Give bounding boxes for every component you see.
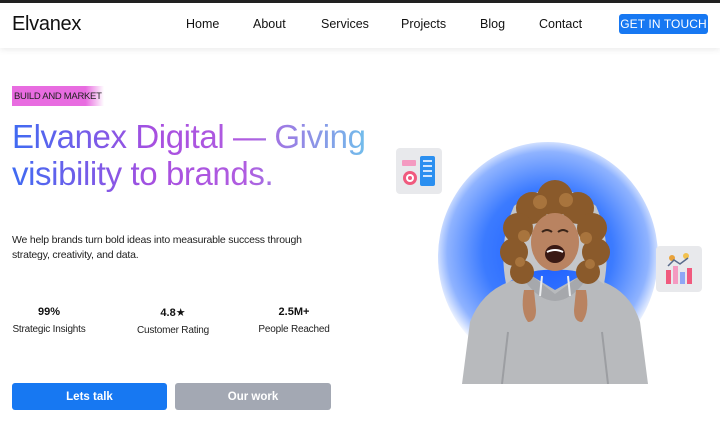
stat-customer-rating: 4.8★ Customer Rating [123, 306, 223, 336]
stat-strategic-insights: 99% Strategic Insights [0, 306, 99, 335]
nav-services[interactable]: Services [321, 17, 369, 31]
hero-subcopy: We help brands turn bold ideas into meas… [12, 234, 302, 261]
our-work-button[interactable]: Our work [175, 383, 331, 410]
lets-talk-button[interactable]: Lets talk [12, 383, 167, 410]
nav-projects[interactable]: Projects [401, 17, 446, 31]
nav-contact[interactable]: Contact [539, 17, 582, 31]
floating-dashboard-card [396, 148, 442, 194]
nav-blog[interactable]: Blog [480, 17, 505, 31]
stat-label: People Reached [258, 324, 330, 335]
stat-value: 2.5M+ [278, 306, 310, 318]
nav-about[interactable]: About [253, 17, 286, 31]
hero-headline: Elvanex Digital — Giving visibility to b… [12, 118, 372, 192]
stat-value: 4.8★ [160, 307, 186, 319]
nav-home[interactable]: Home [186, 17, 219, 31]
stat-label: Strategic Insights [12, 324, 86, 335]
stat-label: Customer Rating [136, 325, 210, 336]
stat-value: 99% [37, 306, 61, 318]
dashboard-target-icon [402, 156, 435, 186]
get-in-touch-button[interactable]: GET IN TOUCH [619, 14, 708, 34]
site-header: Elvanex Home About Services Projects Blo… [0, 3, 720, 48]
floating-chart-card [656, 246, 702, 292]
logo[interactable]: Elvanex [12, 13, 81, 36]
stat-people-reached: 2.5M+ People Reached [244, 306, 344, 335]
bar-chart-people-icon [666, 253, 692, 284]
eyebrow-tag: BUILD AND MARKET [12, 86, 104, 106]
hero-person-image [462, 180, 648, 384]
